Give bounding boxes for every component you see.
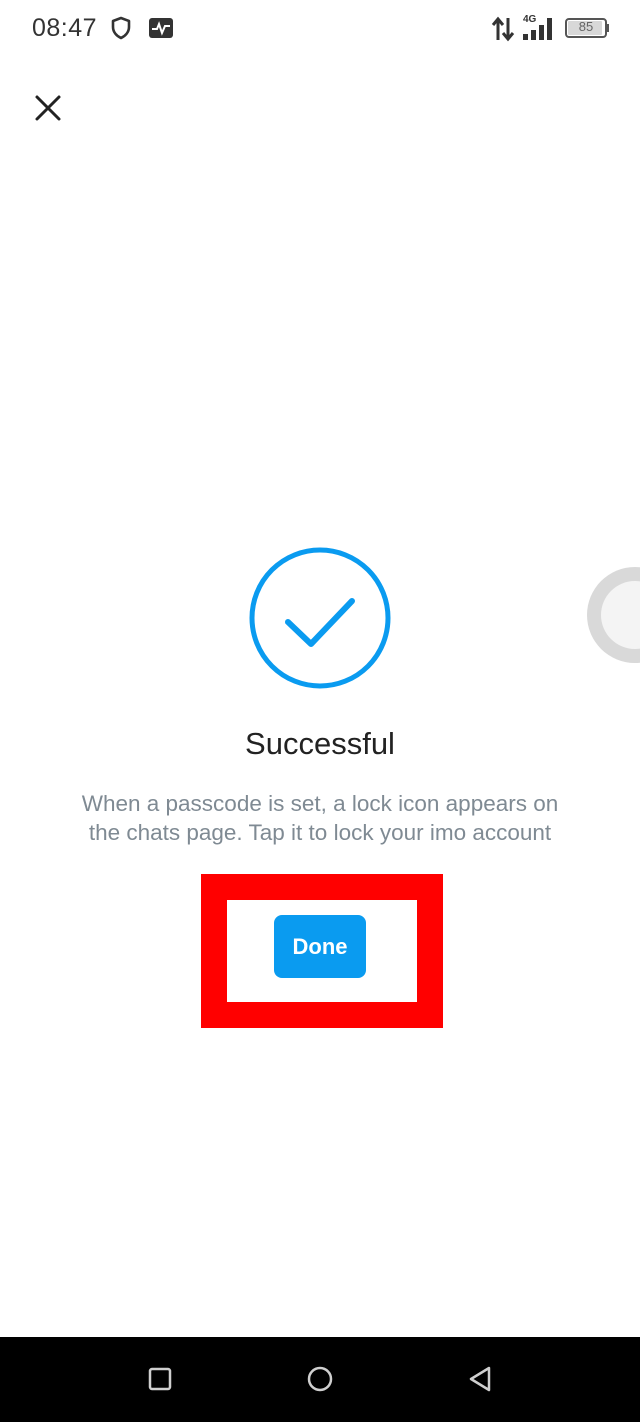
status-bar: 08:47 4G 85 — [0, 0, 640, 58]
battery-level: 85 — [578, 19, 594, 34]
floating-assistive-button[interactable] — [587, 567, 640, 663]
shield-icon — [110, 16, 132, 45]
data-arrows-icon — [491, 16, 515, 47]
recent-apps-button[interactable] — [140, 1359, 180, 1399]
close-button[interactable] — [24, 84, 72, 132]
home-button[interactable] — [300, 1359, 340, 1399]
home-icon — [307, 1366, 333, 1392]
network-type-label: 4G — [523, 14, 537, 25]
close-icon — [35, 95, 61, 121]
floating-assistive-button-inner — [601, 581, 640, 649]
status-time: 08:47 — [32, 14, 98, 42]
screen: 08:47 4G 85 Successful When a passcode i… — [0, 0, 640, 1422]
recent-apps-icon — [148, 1367, 172, 1391]
navigation-bar — [0, 1337, 640, 1422]
check-circle-icon — [248, 546, 392, 690]
activity-icon — [148, 17, 174, 44]
signal-icon: 4G — [521, 12, 557, 47]
success-description: When a passcode is set, a lock icon appe… — [81, 791, 559, 845]
back-button[interactable] — [460, 1359, 500, 1399]
success-title: Successful — [245, 726, 395, 761]
back-icon — [469, 1366, 491, 1392]
done-button[interactable]: Done — [274, 915, 366, 978]
